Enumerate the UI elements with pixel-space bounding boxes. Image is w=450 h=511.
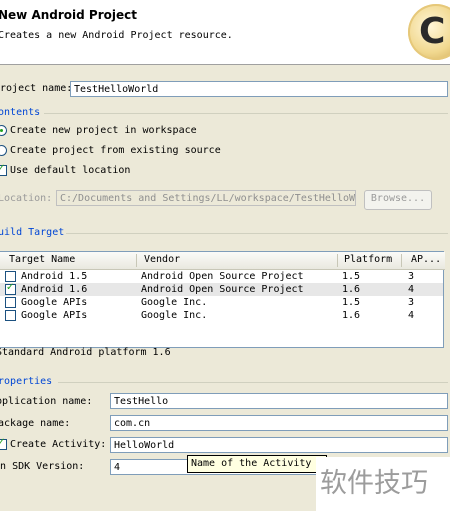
- location-input[interactable]: C:/Documents and Settings/LL/workspace/T…: [56, 190, 356, 206]
- target-name-cell: Google APIs: [21, 297, 88, 308]
- api-cell: 3: [408, 297, 415, 308]
- package-name-label: Package name:: [0, 418, 71, 429]
- logo-letter: C: [419, 11, 445, 52]
- api-cell: 3: [408, 271, 415, 282]
- table-row[interactable]: Google APIs Google Inc. 1.6 4: [0, 309, 443, 322]
- build-target-group-divider: [66, 233, 448, 234]
- properties-group-divider: [58, 382, 448, 383]
- create-from-existing-radio[interactable]: [0, 145, 7, 156]
- row-checkbox[interactable]: [5, 271, 16, 282]
- location-label: Location:: [0, 193, 53, 204]
- table-row[interactable]: ✓ Android 1.6 Android Open Source Projec…: [0, 282, 443, 296]
- checkmark-icon: ✓: [0, 163, 6, 174]
- watermark-text: 软件技巧: [320, 468, 428, 499]
- column-header-target-name[interactable]: Target Name: [9, 254, 75, 265]
- row-checkbox[interactable]: [5, 297, 16, 308]
- column-separator[interactable]: [337, 254, 338, 267]
- wizard-banner: New Android Project Creates a new Androi…: [0, 0, 450, 65]
- table-row[interactable]: Android 1.5 Android Open Source Project …: [0, 270, 443, 283]
- checkmark-icon: ✓: [0, 437, 6, 448]
- target-name-cell: Android 1.5: [21, 271, 88, 282]
- use-default-location-label[interactable]: Use default location: [10, 165, 130, 176]
- vendor-cell: Google Inc.: [141, 310, 208, 321]
- package-name-input[interactable]: com.cn: [110, 415, 448, 431]
- column-separator[interactable]: [136, 254, 137, 267]
- project-name-input[interactable]: TestHelloWorld: [70, 81, 448, 97]
- row-checkbox[interactable]: [5, 310, 16, 321]
- platform-cell: 1.6: [342, 284, 361, 295]
- min-sdk-version-label: Min SDK Version:: [0, 461, 85, 472]
- create-activity-input[interactable]: HelloWorld: [110, 437, 448, 453]
- target-name-cell: Google APIs: [21, 310, 88, 321]
- watermark: 软件技巧: [316, 457, 450, 511]
- build-target-group-title: Build Target: [0, 227, 65, 238]
- wizard-title: New Android Project: [0, 8, 137, 22]
- use-default-location-checkbox[interactable]: ✓: [0, 163, 7, 176]
- android-wizard-logo: C: [408, 4, 450, 60]
- row-checkbox[interactable]: ✓: [5, 282, 16, 295]
- create-new-project-radio[interactable]: [0, 125, 7, 136]
- properties-group-title: Properties: [0, 376, 53, 387]
- create-activity-checkbox[interactable]: ✓: [0, 437, 7, 450]
- wizard-description: Creates a new Android Project resource.: [0, 30, 233, 41]
- radio-selected-dot: [0, 129, 3, 132]
- vendor-cell: Google Inc.: [141, 297, 208, 308]
- contents-group-title: Contents: [0, 107, 41, 118]
- browse-button[interactable]: Browse...: [364, 190, 432, 210]
- column-header-api[interactable]: AP...: [411, 254, 441, 265]
- application-name-input[interactable]: TestHello: [110, 393, 448, 409]
- column-separator[interactable]: [401, 254, 402, 267]
- column-header-vendor[interactable]: Vendor: [144, 254, 180, 265]
- platform-cell: 1.5: [342, 271, 361, 282]
- column-header-platform[interactable]: Platform: [344, 254, 392, 265]
- target-name-cell: Android 1.6: [21, 284, 88, 295]
- create-from-existing-label[interactable]: Create project from existing source: [10, 145, 221, 156]
- api-cell: 4: [408, 310, 415, 321]
- table-row[interactable]: Google APIs Google Inc. 1.5 3: [0, 296, 443, 309]
- api-cell: 4: [408, 284, 415, 295]
- build-target-status: Standard Android platform 1.6: [0, 347, 171, 358]
- create-new-project-label[interactable]: Create new project in workspace: [10, 125, 197, 136]
- application-name-label: Application name:: [0, 396, 93, 407]
- checkmark-icon: ✓: [6, 282, 15, 293]
- build-target-table[interactable]: Target Name Vendor Platform AP... Androi…: [0, 251, 445, 348]
- activity-name-tooltip: Name of the Activity class: [187, 455, 327, 473]
- platform-cell: 1.5: [342, 297, 361, 308]
- table-header: Target Name Vendor Platform AP...: [0, 252, 445, 270]
- contents-group-divider: [44, 113, 448, 114]
- vendor-cell: Android Open Source Project: [141, 284, 304, 295]
- vendor-cell: Android Open Source Project: [141, 271, 304, 282]
- create-activity-label[interactable]: Create Activity:: [10, 439, 106, 450]
- project-name-label: Project name:: [0, 83, 73, 94]
- platform-cell: 1.6: [342, 310, 361, 321]
